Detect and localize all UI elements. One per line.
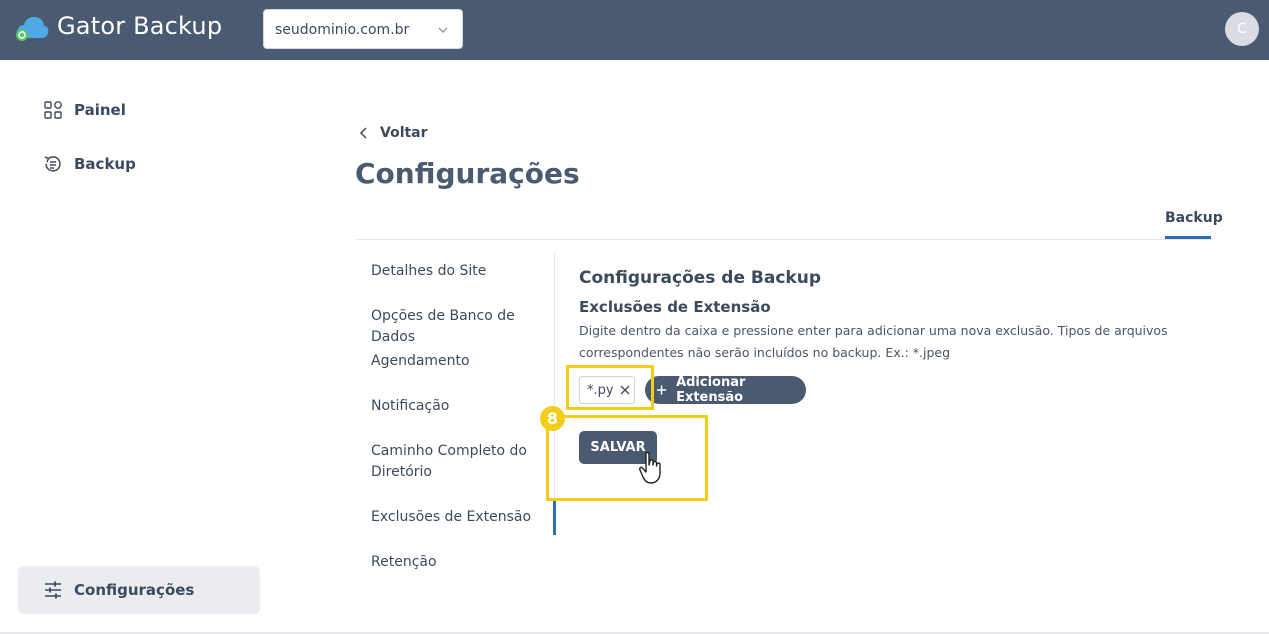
highlight-box-save (546, 415, 708, 501)
hand-cursor-icon (639, 451, 661, 484)
nav-item-caminho-diretorio[interactable]: Caminho Completo do Diretório (371, 441, 531, 483)
nav-item-banco-dados[interactable]: Opções de Banco de Dados (371, 306, 541, 348)
cloud-logo-icon (16, 17, 49, 41)
sidebar-item-label: Painel (74, 101, 126, 119)
nav-item-retencao[interactable]: Retenção (371, 552, 541, 573)
nav-item-detalhes-site[interactable]: Detalhes do Site (371, 261, 541, 282)
tabs-divider (355, 239, 1211, 240)
sidebar-item-configuracoes[interactable]: Configurações (18, 566, 260, 614)
page-title: Configurações (355, 157, 580, 190)
sidebar-item-label: Configurações (74, 581, 195, 599)
domain-select[interactable]: seudominio.com.br (263, 9, 463, 49)
description-text: Digite dentro da caixa e pressione enter… (579, 323, 1168, 360)
highlight-box-tag (566, 365, 654, 410)
nav-item-agendamento[interactable]: Agendamento (371, 351, 541, 372)
nav-active-indicator (553, 499, 556, 535)
back-label: Voltar (380, 125, 428, 141)
sidebar-item-backup[interactable]: Backup (42, 150, 136, 178)
backup-history-icon (44, 156, 61, 172)
chevron-left-icon (359, 127, 367, 139)
domain-select-value: seudominio.com.br (275, 22, 410, 38)
subsection-title: Exclusões de Extensão (579, 298, 771, 316)
nav-item-notificacao[interactable]: Notificação (371, 396, 541, 417)
nav-item-exclusoes-extensao[interactable]: Exclusões de Extensão (371, 507, 541, 528)
sidebar-item-painel[interactable]: Painel (42, 96, 126, 124)
sliders-icon (45, 581, 61, 599)
user-avatar[interactable]: C (1225, 12, 1259, 46)
plus-icon (656, 385, 667, 395)
section-title: Configurações de Backup (579, 268, 822, 288)
back-link[interactable]: Voltar (358, 125, 428, 141)
step-badge: 8 (540, 406, 565, 431)
sidebar-item-label: Backup (74, 155, 136, 173)
top-bar: Gator Backup seudominio.com.br C (0, 0, 1269, 60)
app-title: Gator Backup (57, 12, 223, 40)
dashboard-icon (44, 101, 62, 119)
add-extension-label: Adicionar Extensão (676, 375, 746, 405)
chevron-down-icon (438, 27, 448, 33)
tab-backup[interactable]: Backup (1165, 210, 1223, 226)
add-extension-button[interactable]: Adicionar Extensão (645, 375, 806, 405)
